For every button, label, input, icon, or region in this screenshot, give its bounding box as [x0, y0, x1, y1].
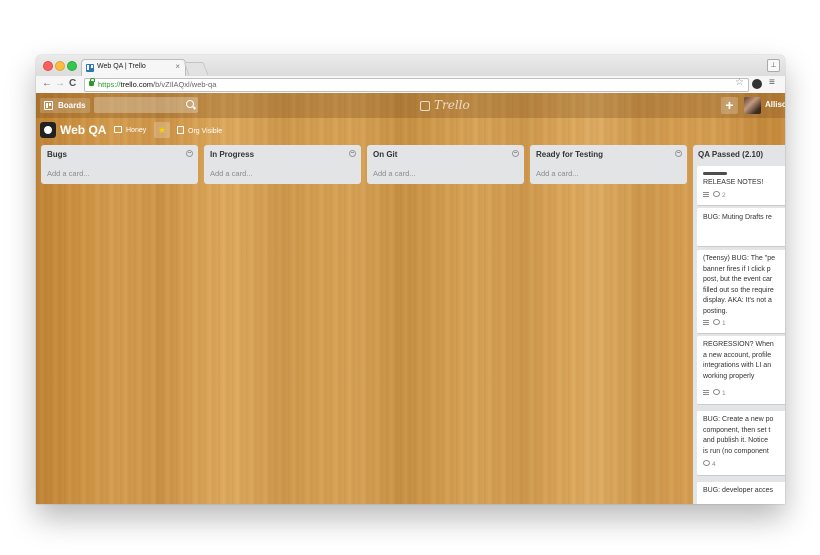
list-menu-icon[interactable] [512, 150, 519, 157]
search-icon [186, 100, 194, 108]
card-developer-access[interactable]: BUG: developer acces [697, 482, 785, 504]
url-path: /b/vZIlAQxl/web-qa [153, 80, 217, 89]
list-title[interactable]: In Progress [210, 150, 254, 159]
card-title: RELEASE NOTES! [703, 179, 764, 186]
visibility-button[interactable]: Org Visible [177, 126, 222, 135]
card-badges: 2 [703, 191, 726, 199]
card-title: (Teensy) BUG: The "pe banner fires if I … [703, 255, 775, 315]
forward-arrow-icon[interactable]: → [55, 78, 65, 90]
list-in-progress[interactable]: In Progress Add a card... [204, 145, 361, 184]
comment-count: 1 [722, 320, 726, 327]
trello-logo[interactable]: Trello [420, 98, 470, 113]
person-icon[interactable]: ⊥ [767, 59, 780, 72]
back-arrow-icon[interactable]: ← [42, 78, 52, 90]
list-title[interactable]: QA Passed (2.10) [698, 150, 763, 159]
lock-icon [177, 126, 184, 134]
list-menu-icon[interactable] [349, 150, 356, 157]
lock-icon [89, 78, 95, 86]
list-on-git[interactable]: On Git Add a card... [367, 145, 524, 184]
close-window-button[interactable] [43, 61, 53, 71]
avatar[interactable] [744, 97, 761, 114]
description-icon [703, 192, 709, 197]
add-button[interactable]: + [721, 97, 738, 114]
list-title[interactable]: On Git [373, 150, 397, 159]
boards-button[interactable]: Boards [40, 98, 90, 113]
hamburger-menu-icon[interactable]: ≡ [769, 77, 775, 89]
organization-icon [114, 126, 122, 133]
browser-tab[interactable]: Web QA | Trello × [81, 59, 186, 77]
title-bar: Web QA | Trello × ⊥ [36, 55, 785, 77]
comment-count: 2 [722, 192, 726, 199]
card-muting-drafts[interactable]: BUG: Muting Drafts re [697, 208, 785, 247]
list-menu-icon[interactable] [186, 150, 193, 157]
boards-icon [44, 101, 53, 110]
tab-title: Web QA | Trello [97, 63, 146, 70]
comment-icon [703, 460, 710, 466]
list-bugs[interactable]: Bugs Add a card... [41, 145, 198, 184]
trello-favicon-icon [86, 64, 94, 72]
list-title[interactable]: Bugs [47, 150, 67, 159]
description-icon [703, 390, 709, 395]
card-title: BUG: developer acces [703, 487, 774, 494]
address-bar[interactable]: https://trello.com/b/vZIlAQxl/web-qa [84, 78, 749, 92]
card-badges: 1 [703, 389, 726, 397]
board-header: Web QA Honey ★ Org Visible [36, 118, 785, 144]
url-text: https://trello.com/b/vZIlAQxl/web-qa [98, 80, 216, 89]
comment-icon [713, 389, 720, 395]
search-input[interactable] [94, 97, 198, 113]
description-icon [703, 320, 709, 325]
url-host: trello.com [120, 80, 154, 89]
card-teensy-bug[interactable]: (Teensy) BUG: The "pe banner fires if I … [697, 250, 785, 334]
comment-icon [713, 319, 720, 325]
card-badges: 1 [703, 319, 726, 327]
card-regression[interactable]: REGRESSION? When a new account, profile … [697, 336, 785, 405]
comment-icon [713, 191, 720, 197]
card-release-notes[interactable]: RELEASE NOTES! 2 [697, 166, 785, 206]
card-label [703, 172, 727, 175]
bookmark-star-icon[interactable]: ☆ [735, 77, 744, 89]
add-card-link[interactable]: Add a card... [536, 169, 579, 178]
card-badges: 4 [703, 460, 716, 468]
list-title[interactable]: Ready for Testing [536, 150, 603, 159]
org-name: Honey [126, 127, 147, 134]
card-title: BUG: Create a new po component, then set… [703, 416, 774, 455]
comment-count: 4 [712, 461, 716, 468]
card-create-new-post[interactable]: BUG: Create a new po component, then set… [697, 411, 785, 476]
app-header: Boards Trello + Allison [36, 93, 785, 118]
visibility-label: Org Visible [188, 128, 223, 135]
add-card-link[interactable]: Add a card... [210, 169, 253, 178]
zoom-window-button[interactable] [67, 61, 77, 71]
browser-toolbar: ← → C https://trello.com/b/vZIlAQxl/web-… [36, 76, 785, 94]
minimize-window-button[interactable] [55, 61, 65, 71]
comment-count: 1 [722, 390, 726, 397]
board-team-icon [40, 122, 56, 138]
org-name-link[interactable]: Honey [114, 126, 146, 134]
card-title: REGRESSION? When a new account, profile … [703, 341, 774, 380]
list-menu-icon[interactable] [675, 150, 682, 157]
list-ready-for-testing[interactable]: Ready for Testing Add a card... [530, 145, 687, 184]
tab-close-icon[interactable]: × [175, 62, 180, 71]
trello-logo-icon [420, 101, 430, 111]
list-qa-passed[interactable]: QA Passed (2.10) RELEASE NOTES! 2 BUG: M… [693, 145, 785, 504]
browser-window: Web QA | Trello × ⊥ ← → C https://trello… [36, 55, 785, 504]
user-name[interactable]: Allison [765, 100, 785, 109]
add-card-link[interactable]: Add a card... [373, 169, 416, 178]
card-title: BUG: Muting Drafts re [703, 214, 772, 221]
reload-icon[interactable]: C [69, 78, 76, 90]
url-scheme: https:// [98, 80, 121, 89]
trello-logo-text: Trello [434, 98, 470, 112]
extension-icon[interactable] [752, 79, 762, 89]
add-card-link[interactable]: Add a card... [47, 169, 90, 178]
new-tab-button[interactable] [183, 62, 209, 75]
trello-board: Boards Trello + Allison Web QA Honey ★ O… [36, 93, 785, 504]
star-board-button[interactable]: ★ [154, 122, 170, 138]
boards-label: Boards [58, 101, 86, 110]
board-title[interactable]: Web QA [60, 123, 106, 137]
